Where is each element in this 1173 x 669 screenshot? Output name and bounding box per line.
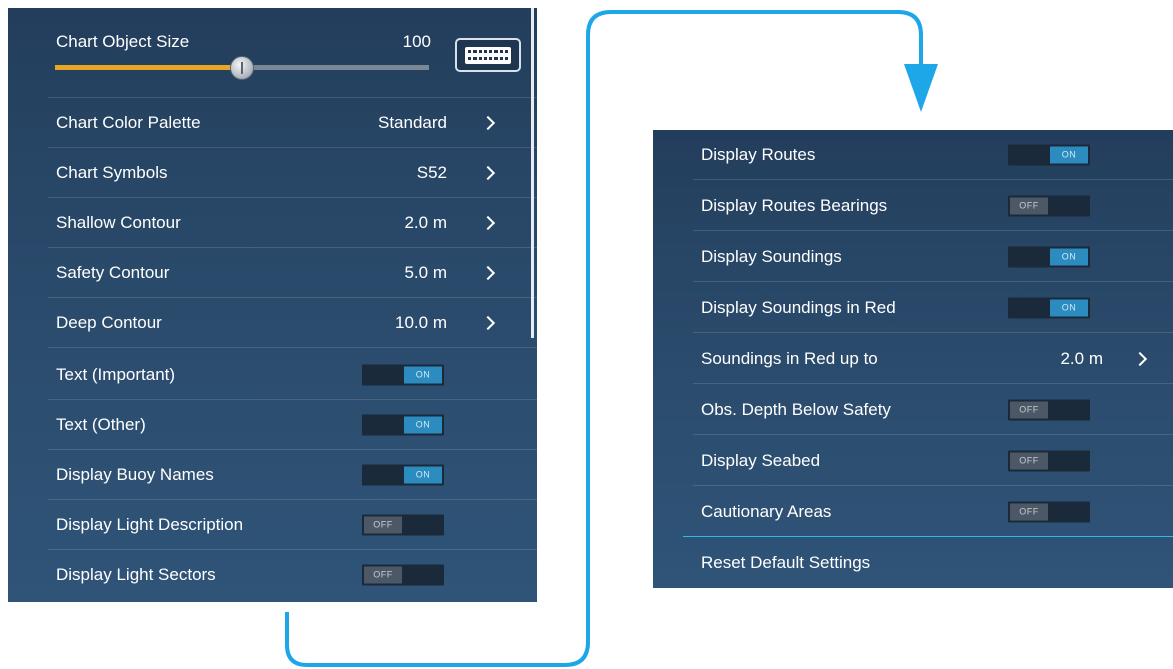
- safety-contour-row[interactable]: Safety Contour 5.0 m: [8, 248, 537, 298]
- display-light-sectors-label: Display Light Sectors: [56, 565, 216, 584]
- display-seabed-label: Display Seabed: [701, 451, 821, 470]
- display-soundings-toggle[interactable]: ON: [1008, 246, 1090, 268]
- reset-default-settings-label: Reset Default Settings: [701, 553, 871, 572]
- display-routes-bearings-row: Display Routes Bearings OFF: [653, 181, 1173, 231]
- toggle-state: OFF: [1010, 197, 1048, 215]
- safety-contour-label: Safety Contour: [56, 263, 170, 282]
- display-routes-bearings-label: Display Routes Bearings: [701, 196, 888, 215]
- chart-object-size-row: Chart Object Size 100: [8, 8, 537, 98]
- keyboard-button[interactable]: [455, 38, 521, 72]
- display-soundings-label: Display Soundings: [701, 247, 842, 266]
- toggle-state: ON: [404, 466, 442, 484]
- chart-settings-panel-right: Display Routes ON Display Routes Bearing…: [653, 130, 1173, 588]
- text-other-label: Text (Other): [56, 415, 146, 434]
- chart-symbols-label: Chart Symbols: [56, 163, 168, 182]
- display-buoy-names-toggle[interactable]: ON: [362, 464, 444, 486]
- chart-symbols-value: S52: [416, 163, 447, 182]
- soundings-in-red-up-to-label: Soundings in Red up to: [701, 349, 878, 368]
- soundings-in-red-up-to-value: 2.0 m: [1060, 349, 1103, 368]
- obs-depth-below-safety-row: Obs. Depth Below Safety OFF: [653, 385, 1173, 435]
- scrollbar[interactable]: [531, 8, 534, 338]
- obs-depth-below-safety-label: Obs. Depth Below Safety: [701, 400, 891, 419]
- toggle-state: OFF: [1010, 401, 1048, 419]
- display-light-description-label: Display Light Description: [56, 515, 244, 534]
- chevron-right-icon: [480, 215, 496, 231]
- display-light-sectors-row: Display Light Sectors OFF: [8, 550, 537, 600]
- chart-object-size-value: 100: [402, 32, 431, 51]
- chevron-right-icon: [480, 165, 496, 181]
- reset-default-settings-row[interactable]: Reset Default Settings: [653, 538, 1173, 588]
- display-routes-row: Display Routes ON: [653, 130, 1173, 180]
- toggle-state: ON: [404, 366, 442, 384]
- safety-contour-value: 5.0 m: [404, 263, 447, 282]
- keyboard-icon: [465, 47, 511, 64]
- toggle-state: ON: [404, 416, 442, 434]
- obs-depth-below-safety-toggle[interactable]: OFF: [1008, 399, 1090, 421]
- slider-thumb[interactable]: [230, 56, 254, 80]
- chart-color-palette-row[interactable]: Chart Color Palette Standard: [8, 98, 537, 148]
- chart-symbols-row[interactable]: Chart Symbols S52: [8, 148, 537, 198]
- chart-object-size-slider[interactable]: [55, 56, 429, 80]
- display-soundings-in-red-toggle[interactable]: ON: [1008, 297, 1090, 319]
- shallow-contour-row[interactable]: Shallow Contour 2.0 m: [8, 198, 537, 248]
- display-soundings-row: Display Soundings ON: [653, 232, 1173, 282]
- soundings-in-red-up-to-row[interactable]: Soundings in Red up to 2.0 m: [653, 334, 1173, 384]
- display-soundings-in-red-row: Display Soundings in Red ON: [653, 283, 1173, 333]
- chevron-right-icon: [480, 115, 496, 131]
- cautionary-areas-row: Cautionary Areas OFF: [653, 487, 1173, 537]
- shallow-contour-label: Shallow Contour: [56, 213, 181, 232]
- display-light-sectors-toggle[interactable]: OFF: [362, 564, 444, 586]
- display-seabed-row: Display Seabed OFF: [653, 436, 1173, 486]
- display-buoy-names-label: Display Buoy Names: [56, 465, 214, 484]
- chevron-right-icon: [1132, 351, 1148, 367]
- chart-color-palette-label: Chart Color Palette: [56, 113, 201, 132]
- deep-contour-value: 10.0 m: [395, 313, 447, 332]
- chart-color-palette-value: Standard: [378, 113, 447, 132]
- chevron-right-icon: [480, 315, 496, 331]
- display-soundings-in-red-label: Display Soundings in Red: [701, 298, 896, 317]
- text-other-toggle[interactable]: ON: [362, 414, 444, 436]
- cautionary-areas-label: Cautionary Areas: [701, 502, 832, 521]
- text-important-toggle[interactable]: ON: [362, 364, 444, 386]
- text-important-row: Text (Important) ON: [8, 350, 537, 400]
- chart-object-size-label: Chart Object Size: [56, 32, 190, 51]
- deep-contour-label: Deep Contour: [56, 313, 162, 332]
- cautionary-areas-toggle[interactable]: OFF: [1008, 501, 1090, 523]
- toggle-state: OFF: [1010, 452, 1048, 470]
- toggle-state: ON: [1050, 248, 1088, 266]
- slider-fill: [55, 65, 242, 70]
- display-routes-label: Display Routes: [701, 145, 816, 164]
- chart-settings-panel-left: Chart Object Size 100 Chart Color Palett…: [8, 8, 537, 602]
- toggle-state: OFF: [1010, 503, 1048, 521]
- display-buoy-names-row: Display Buoy Names ON: [8, 450, 537, 500]
- display-light-description-toggle[interactable]: OFF: [362, 514, 444, 536]
- toggle-state: OFF: [364, 566, 402, 584]
- deep-contour-row[interactable]: Deep Contour 10.0 m: [8, 298, 537, 348]
- shallow-contour-value: 2.0 m: [404, 213, 447, 232]
- toggle-state: OFF: [364, 516, 402, 534]
- text-other-row: Text (Other) ON: [8, 400, 537, 450]
- display-seabed-toggle[interactable]: OFF: [1008, 450, 1090, 472]
- toggle-state: ON: [1050, 146, 1088, 164]
- chevron-right-icon: [480, 265, 496, 281]
- display-routes-bearings-toggle[interactable]: OFF: [1008, 195, 1090, 217]
- display-routes-toggle[interactable]: ON: [1008, 144, 1090, 166]
- display-light-description-row: Display Light Description OFF: [8, 500, 537, 550]
- text-important-label: Text (Important): [56, 365, 176, 384]
- toggle-state: ON: [1050, 299, 1088, 317]
